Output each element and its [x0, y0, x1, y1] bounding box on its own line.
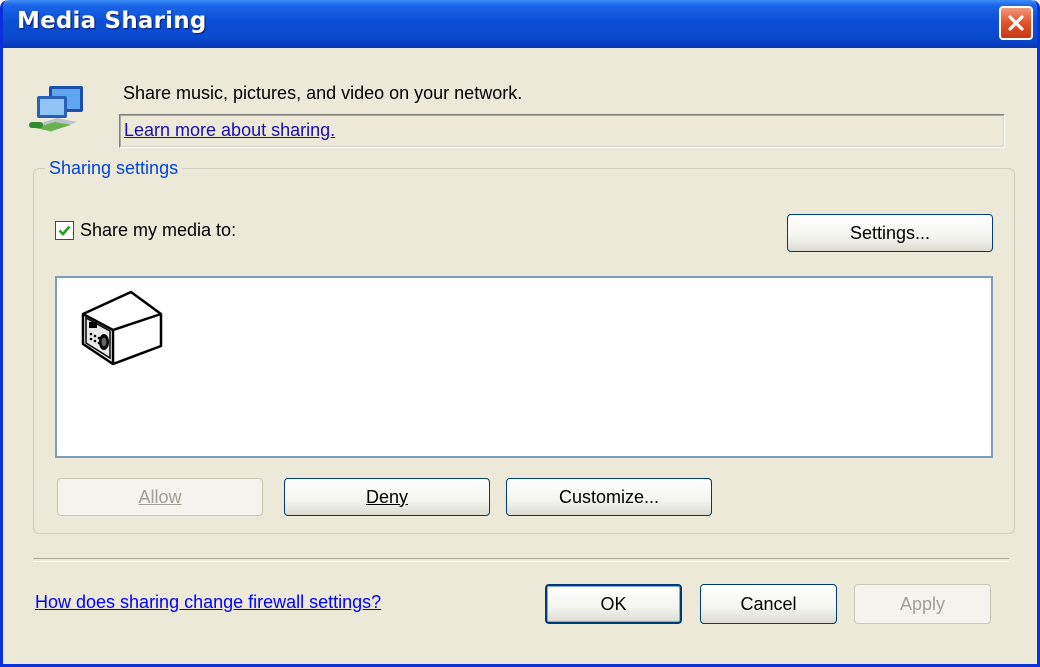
separator	[33, 558, 1009, 562]
learn-more-link[interactable]: Learn more about sharing.	[124, 120, 335, 141]
close-button[interactable]	[999, 6, 1033, 40]
media-sharing-dialog: Media Sharing Share music, pictures, and…	[0, 0, 1040, 667]
device-list[interactable]	[55, 276, 993, 458]
ok-button[interactable]: OK	[545, 584, 682, 624]
cancel-button[interactable]: Cancel	[700, 584, 837, 624]
apply-button[interactable]: Apply	[854, 584, 991, 624]
allow-button[interactable]: Allow	[57, 478, 263, 516]
deny-button[interactable]: Deny	[284, 478, 490, 516]
window-title: Media Sharing	[17, 8, 207, 34]
customize-label: Customize...	[558, 486, 660, 507]
close-icon	[1008, 15, 1024, 31]
sharing-settings-label: Sharing settings	[45, 158, 183, 179]
title-bar[interactable]: Media Sharing	[3, 0, 1037, 48]
settings-button[interactable]: Settings...	[787, 214, 993, 252]
internet-radio-icon[interactable]	[77, 284, 169, 366]
share-media-checkbox[interactable]	[55, 221, 74, 240]
firewall-settings-link[interactable]: How does sharing change firewall setting…	[35, 592, 381, 613]
network-sharing-icon	[29, 86, 83, 132]
share-media-checkbox-row[interactable]: Share my media to:	[55, 220, 236, 241]
deny-label: Deny	[365, 486, 409, 507]
allow-label: Allow	[138, 486, 182, 507]
share-media-label: Share my media to:	[80, 220, 237, 240]
intro-text: Share music, pictures, and video on your…	[123, 83, 523, 103]
checkmark-icon	[58, 225, 71, 236]
learn-more-box: Learn more about sharing.	[119, 114, 1005, 148]
customize-button[interactable]: Customize...	[506, 478, 712, 516]
